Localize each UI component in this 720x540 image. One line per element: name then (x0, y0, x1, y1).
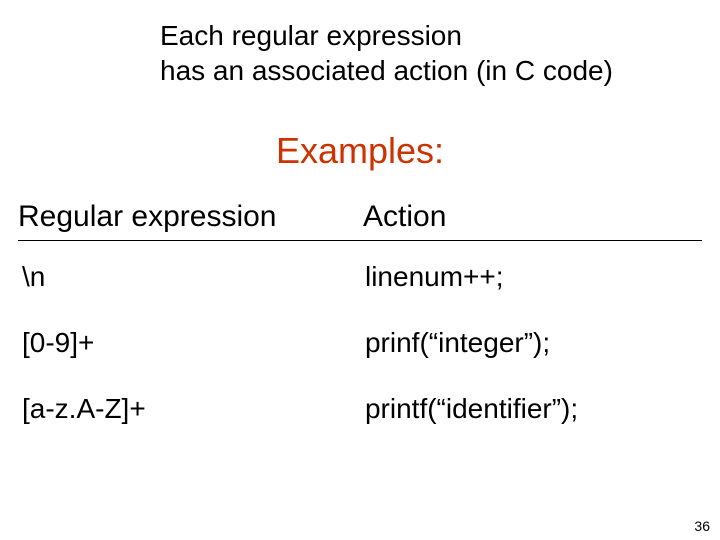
slide: Each regular expression has an associate… (0, 0, 720, 540)
intro-line-1: Each regular expression (160, 18, 680, 53)
page-number: 36 (694, 518, 710, 534)
intro-line-2: has an associated action (in C code) (160, 53, 680, 88)
examples-table: Regular expression Action \n linenum++; … (18, 200, 702, 459)
table-divider (18, 240, 702, 241)
cell-action: prinf(“integer”); (365, 327, 702, 359)
cell-action: linenum++; (365, 261, 702, 293)
intro-text: Each regular expression has an associate… (160, 18, 680, 88)
cell-action: printf(“identifier”); (365, 393, 702, 425)
table-row: [a-z.A-Z]+ printf(“identifier”); (18, 393, 702, 425)
table-row: \n linenum++; (18, 261, 702, 293)
table-header-row: Regular expression Action (18, 200, 702, 240)
cell-regex: [0-9]+ (18, 327, 365, 359)
header-regex: Regular expression (18, 200, 363, 234)
table-row: [0-9]+ prinf(“integer”); (18, 327, 702, 359)
cell-regex: \n (18, 261, 365, 293)
examples-heading: Examples: (0, 130, 720, 172)
header-action: Action (363, 200, 702, 234)
cell-regex: [a-z.A-Z]+ (18, 393, 365, 425)
